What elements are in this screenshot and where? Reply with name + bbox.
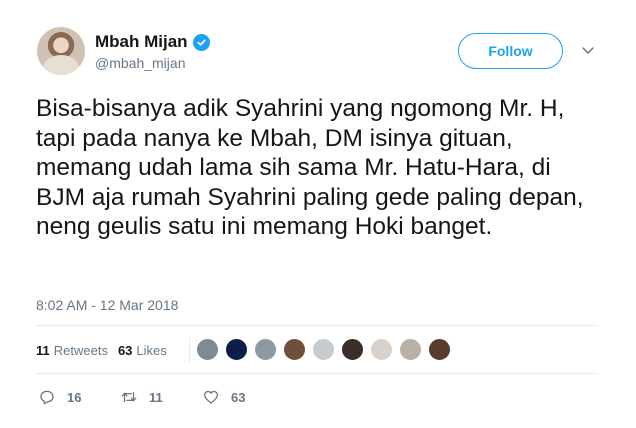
liker-avatar[interactable] xyxy=(254,338,277,361)
divider xyxy=(36,325,598,326)
liker-avatar[interactable] xyxy=(341,338,364,361)
avatar[interactable] xyxy=(37,27,85,75)
liker-avatar[interactable] xyxy=(312,338,335,361)
author-name-row: Mbah Mijan xyxy=(95,32,210,52)
retweet-count: 11 xyxy=(149,389,163,405)
reply-icon xyxy=(40,390,54,405)
follow-button[interactable]: Follow xyxy=(458,33,563,69)
likes-stat[interactable]: 63 Likes xyxy=(118,343,167,358)
liker-avatar[interactable] xyxy=(370,338,393,361)
likes-count: 63 xyxy=(117,342,133,358)
liker-avatar[interactable] xyxy=(283,338,306,361)
retweets-stat[interactable]: 11 Retweets xyxy=(36,343,108,358)
liker-avatar[interactable] xyxy=(225,338,248,361)
tweet-text: Bisa-bisanya adik Syahrini yang ngomong … xyxy=(36,95,584,240)
handle[interactable]: @mbah_mijan xyxy=(95,55,185,71)
tweet-stats: 11 Retweets 63 Likes xyxy=(36,337,198,363)
retweets-count: 11 xyxy=(36,342,50,358)
verified-badge-icon xyxy=(192,33,210,51)
divider xyxy=(188,337,190,363)
reply-button[interactable]: 16 xyxy=(38,388,120,406)
tweet-actions: 16 11 63 xyxy=(38,388,245,406)
retweet-button[interactable]: 11 xyxy=(120,388,202,406)
divider xyxy=(36,373,598,374)
liker-avatar[interactable] xyxy=(399,338,422,361)
chevron-down-icon[interactable] xyxy=(580,42,596,58)
likes-label: Likes xyxy=(136,342,167,358)
retweets-label: Retweets xyxy=(53,342,108,358)
liker-avatars xyxy=(196,338,451,361)
tweet-card: Mbah Mijan @mbah_mijan Follow Bisa-bisan… xyxy=(0,0,636,428)
liker-avatar[interactable] xyxy=(196,338,219,361)
reply-count: 16 xyxy=(67,389,82,405)
like-count: 63 xyxy=(231,389,246,405)
timestamp[interactable]: 8:02 AM - 12 Mar 2018 xyxy=(36,297,178,313)
like-button[interactable]: 63 xyxy=(202,388,245,406)
retweet-icon xyxy=(121,391,137,403)
heart-icon xyxy=(203,390,219,404)
liker-avatar[interactable] xyxy=(428,338,451,361)
display-name[interactable]: Mbah Mijan xyxy=(95,32,188,52)
